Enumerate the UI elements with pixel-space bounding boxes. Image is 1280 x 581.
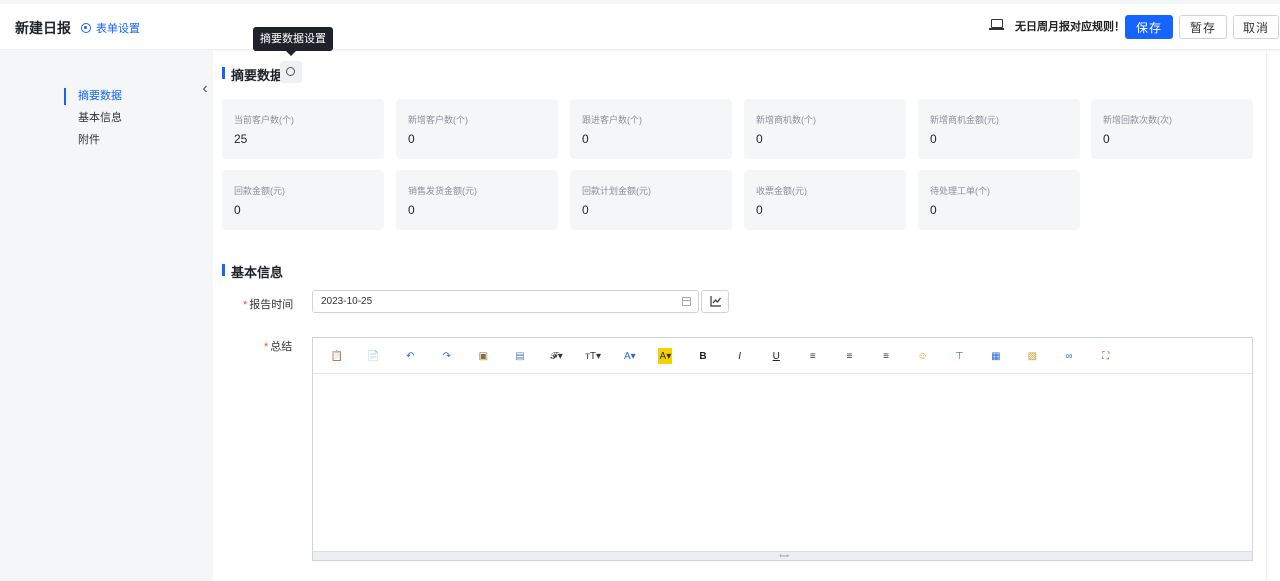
summary-card: 跟进客户数(个) 0 bbox=[570, 99, 732, 159]
save-button[interactable]: 保存 bbox=[1125, 15, 1173, 39]
card-value: 0 bbox=[930, 132, 937, 146]
card-label: 新增回款次数(次) bbox=[1103, 115, 1172, 125]
basic-info-section-title: 基本信息 bbox=[222, 262, 283, 281]
report-time-value: 2023-10-25 bbox=[321, 296, 373, 307]
report-time-date-input[interactable]: 2023-10-25 bbox=[312, 290, 699, 313]
rule-notice: 无日周月报对应规则！ bbox=[1015, 21, 1125, 33]
card-value: 25 bbox=[234, 132, 248, 146]
editor-toolbar: 📋 📄 ↶ ↷ ▣ ▤ 𝓕▾ ᴛT▾ A▾ A▾ B I U ≡ ≡ ≡ ☺ ⊤ ▦ ▧ ∞ ⛶ bbox=[313, 338, 1252, 374]
side-nav-item-basic-info[interactable]: 基本信息 bbox=[64, 110, 122, 132]
form-settings-link[interactable]: 表单设置 bbox=[81, 20, 140, 36]
gear-icon bbox=[81, 23, 91, 33]
summary-card: 待处理工单(个) 0 bbox=[918, 170, 1080, 230]
fullscreen-icon[interactable]: ⛶ bbox=[1098, 348, 1114, 364]
summary-card: 新增客户数(个) 0 bbox=[396, 99, 558, 159]
summary-card: 新增商机数(个) 0 bbox=[744, 99, 906, 159]
summary-label: * 总结 bbox=[264, 341, 293, 353]
summary-settings-tooltip: 摘要数据设置 bbox=[253, 27, 333, 56]
table-icon[interactable]: ▦ bbox=[988, 348, 1004, 364]
form-settings-label: 表单设置 bbox=[96, 23, 140, 35]
card-value: 0 bbox=[1103, 132, 1110, 146]
card-label: 待处理工单(个) bbox=[930, 186, 990, 196]
rich-text-editor: 📋 📄 ↶ ↷ ▣ ▤ 𝓕▾ ᴛT▾ A▾ A▾ B I U ≡ ≡ ≡ ☺ ⊤ ▦ ▧ ∞ ⛶ ⟺ bbox=[312, 337, 1253, 561]
card-label: 收票金额(元) bbox=[756, 186, 807, 196]
card-value: 0 bbox=[756, 132, 763, 146]
editor-resize-handle[interactable]: ⟺ bbox=[313, 551, 1252, 560]
resize-icon: ⟺ bbox=[779, 553, 790, 560]
side-nav: 摘要数据 基本信息 附件 bbox=[64, 88, 122, 154]
report-time-label: * 报告时间 bbox=[243, 299, 294, 311]
highlight-icon[interactable]: A▾ bbox=[658, 348, 673, 364]
redo-icon[interactable]: ↷ bbox=[439, 348, 455, 364]
card-value: 0 bbox=[582, 132, 589, 146]
summary-card: 新增回款次数(次) 0 bbox=[1091, 99, 1253, 159]
italic-icon[interactable]: I bbox=[732, 348, 748, 364]
paste-icon[interactable]: 📋 bbox=[329, 348, 345, 364]
summary-card: 销售发货金额(元) 0 bbox=[396, 170, 558, 230]
font-size-icon[interactable]: ᴛT▾ bbox=[585, 348, 601, 364]
card-label: 回款金额(元) bbox=[234, 186, 285, 196]
font-color-icon[interactable]: A▾ bbox=[622, 348, 638, 364]
align-center-icon[interactable]: ≡ bbox=[841, 348, 857, 364]
card-value: 0 bbox=[234, 203, 241, 217]
laptop-icon bbox=[989, 19, 1004, 30]
card-label: 回款计划金额(元) bbox=[582, 186, 651, 196]
scrollbar-track[interactable] bbox=[1266, 51, 1280, 581]
horizontal-rule-icon[interactable]: ⊤ bbox=[951, 348, 967, 364]
paste-text-icon[interactable]: 📄 bbox=[366, 348, 382, 364]
card-label: 跟进客户数(个) bbox=[582, 115, 642, 125]
summary-card: 回款计划金额(元) 0 bbox=[570, 170, 732, 230]
editor-content-area[interactable] bbox=[313, 375, 1252, 552]
underline-icon[interactable]: U bbox=[768, 348, 784, 364]
page-header: 新建日报 表单设置 无日周月报对应规则！ 保存 暂存 取消 bbox=[0, 4, 1280, 50]
image-icon[interactable]: ▧ bbox=[1024, 348, 1040, 364]
cancel-button[interactable]: 取消 bbox=[1233, 15, 1279, 39]
summary-card: 当前客户数(个) 25 bbox=[222, 99, 384, 159]
card-value: 0 bbox=[408, 203, 415, 217]
emoji-icon[interactable]: ☺ bbox=[915, 348, 931, 364]
collapse-sidebar-button[interactable]: ‹ bbox=[198, 76, 212, 102]
summary-settings-gear-icon[interactable] bbox=[280, 61, 302, 83]
font-family-icon[interactable]: 𝓕▾ bbox=[549, 348, 565, 364]
side-nav-item-summary[interactable]: 摘要数据 bbox=[64, 88, 122, 110]
line-chart-icon bbox=[710, 296, 721, 307]
trend-chart-button[interactable] bbox=[701, 290, 729, 313]
card-label: 新增商机数(个) bbox=[756, 115, 816, 125]
page-title: 新建日报 bbox=[15, 20, 71, 36]
undo-icon[interactable]: ↶ bbox=[402, 348, 418, 364]
copy-format-icon[interactable]: ▣ bbox=[475, 348, 491, 364]
card-value: 0 bbox=[582, 203, 589, 217]
card-value: 0 bbox=[930, 203, 937, 217]
card-label: 新增客户数(个) bbox=[408, 115, 468, 125]
summary-card: 回款金额(元) 0 bbox=[222, 170, 384, 230]
clear-format-icon[interactable]: ▤ bbox=[512, 348, 528, 364]
align-left-icon[interactable]: ≡ bbox=[805, 348, 821, 364]
card-label: 当前客户数(个) bbox=[234, 115, 294, 125]
bold-icon[interactable]: B bbox=[695, 348, 711, 364]
card-value: 0 bbox=[408, 132, 415, 146]
card-value: 0 bbox=[756, 203, 763, 217]
summary-card: 收票金额(元) 0 bbox=[744, 170, 906, 230]
link-icon[interactable]: ∞ bbox=[1061, 348, 1077, 364]
summary-section-title: 摘要数据 bbox=[222, 65, 283, 84]
align-right-icon[interactable]: ≡ bbox=[878, 348, 894, 364]
side-nav-item-attachments[interactable]: 附件 bbox=[64, 132, 122, 154]
card-label: 新增商机金额(元) bbox=[930, 115, 999, 125]
card-label: 销售发货金额(元) bbox=[408, 186, 477, 196]
draft-button[interactable]: 暂存 bbox=[1179, 15, 1227, 39]
calendar-icon bbox=[682, 297, 691, 306]
summary-card: 新增商机金额(元) 0 bbox=[918, 99, 1080, 159]
